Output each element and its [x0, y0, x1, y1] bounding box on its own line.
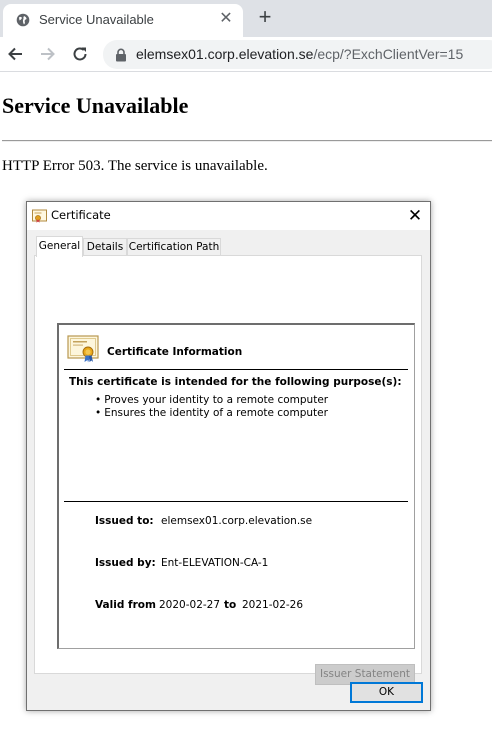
info-heading: Certificate Information — [107, 346, 243, 358]
horizontal-rule — [2, 140, 492, 142]
valid-from-value: 2020-02-27 — [159, 599, 221, 611]
address-bar[interactable]: elemsex01.corp.elevation.se/ecp/?ExchCli… — [103, 40, 492, 69]
dialog-title: Certificate — [51, 208, 111, 222]
list-item: Ensures the identity of a remote compute… — [95, 407, 328, 420]
reload-icon[interactable] — [70, 44, 90, 64]
url-path: /ecp/?ExchClientVer=15 — [313, 46, 464, 62]
issued-by-label: Issued by: — [95, 557, 156, 569]
purpose-list: Proves your identity to a remote compute… — [95, 394, 328, 420]
tab-panel-general: Certificate Information This certificate… — [34, 255, 422, 685]
valid-to-value: 2021-02-26 — [242, 599, 304, 611]
certificate-icon — [67, 335, 99, 363]
issued-by-value: Ent-ELEVATION-CA-1 — [161, 557, 269, 569]
browser-tab[interactable]: Service Unavailable ✕ — [3, 4, 243, 37]
error-message: HTTP Error 503. The service is unavailab… — [2, 158, 268, 174]
page-title: Service Unavailable — [2, 93, 189, 118]
certificate-info-box: Certificate Information This certificate… — [57, 323, 415, 649]
url-host: elemsex01.corp.elevation.se — [136, 46, 314, 62]
tab-general[interactable]: General — [36, 236, 83, 257]
url-text: elemsex01.corp.elevation.se/ecp/?ExchCli… — [136, 46, 463, 62]
browser-tabstrip: Service Unavailable ✕ + — [0, 0, 492, 37]
issued-to-value: elemsex01.corp.elevation.se — [161, 515, 313, 527]
valid-to-label: to — [224, 599, 237, 611]
close-icon[interactable]: ✕ — [405, 206, 425, 226]
dialog-titlebar[interactable]: Certificate ✕ — [27, 202, 430, 230]
tab-title: Service Unavailable — [39, 12, 154, 27]
browser-toolbar: elemsex01.corp.elevation.se/ecp/?ExchCli… — [0, 37, 492, 72]
purpose-heading: This certificate is intended for the fol… — [69, 376, 402, 388]
valid-from-label: Valid from — [95, 599, 156, 611]
close-icon[interactable]: ✕ — [217, 10, 235, 28]
ok-button[interactable]: OK — [350, 682, 423, 703]
lock-icon[interactable] — [115, 48, 127, 62]
certificate-icon — [32, 209, 47, 223]
back-arrow-icon[interactable] — [6, 44, 26, 64]
divider — [64, 501, 408, 502]
plus-icon[interactable]: + — [254, 6, 276, 28]
globe-icon — [16, 13, 30, 27]
certificate-dialog: Certificate ✕ General Details Certificat… — [26, 201, 431, 711]
list-item: Proves your identity to a remote compute… — [95, 394, 328, 407]
divider — [64, 369, 408, 370]
issued-to-label: Issued to: — [95, 515, 154, 527]
forward-arrow-icon[interactable] — [37, 44, 57, 64]
